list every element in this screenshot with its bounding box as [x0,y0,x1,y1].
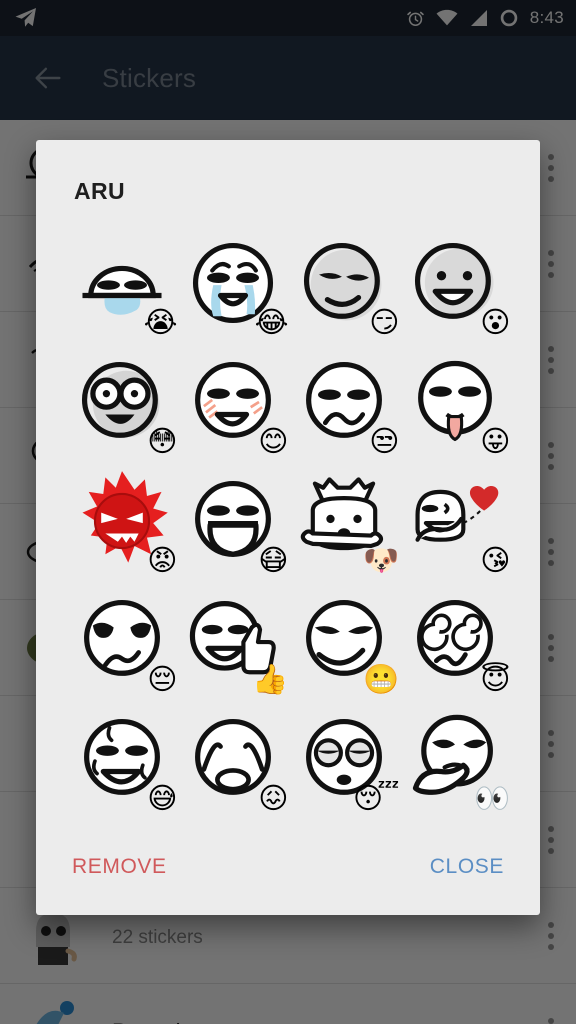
sticker-item[interactable]: 😡 [66,461,178,580]
sticker-item[interactable]: 👀 [399,700,511,819]
sticker-item[interactable]: 😒 [288,342,400,461]
sticker-item[interactable]: 😔 [66,581,178,700]
heart-toss-sticker: 😘 [403,469,511,577]
hand-on-chin-sticker: 👀 [403,707,511,816]
sticker-item[interactable]: 😅 [66,700,178,819]
sleepy-face-sticker: 😴 [292,707,400,813]
dog-with-bone-sticker: 🐶 [292,469,400,577]
sticker-badge: 😭 [143,304,178,339]
sticker-preview-grid: 😭 😂 😏 😮 😳 😊 😒 😛 😡 😷 🐶 😘 😔 👍 😬 😇 😅 😖 😴 👀 [36,205,540,819]
sticker-badge: 😊 [258,423,289,458]
sticker-badge: 😮 [480,304,511,339]
sticker-badge: 😛 [480,423,511,458]
sticker-badge: 👍 [252,662,289,697]
thumbs-up-sticker: 👍 [181,588,289,697]
surprised-smile-sticker: 😮 [403,231,511,339]
grinning-sly-sticker: 😬 [292,588,400,697]
sticker-badge: 🐶 [363,542,400,577]
blushing-smile-sticker: 😊 [181,350,289,458]
sticker-badge: 😒 [369,423,400,458]
dialog-title: ARU [74,178,126,204]
sticker-badge: 😏 [369,304,400,339]
sticker-item[interactable]: 😮 [399,223,511,342]
sticker-badge: 😇 [480,662,511,697]
sticker-item[interactable]: 😘 [399,461,511,580]
crying-face-sticker: 😭 [70,231,178,336]
sticker-item[interactable]: 😳 [66,342,178,461]
sticker-item[interactable]: 😇 [399,581,511,700]
sticker-badge: 😂 [254,304,289,339]
dialog-actions: REMOVE CLOSE [36,819,540,915]
sticker-item[interactable]: 😖 [177,700,289,819]
nervous-sweat-sticker: 😅 [70,707,178,816]
sad-eyebrows-sticker: 😔 [70,588,178,697]
sticker-item[interactable]: 😷 [177,461,289,580]
sticker-item[interactable]: 😬 [288,581,400,700]
sad-frown-sticker: 😒 [292,350,400,458]
sticker-item[interactable]: 🐶 [288,461,400,580]
sticker-item[interactable]: 😭 [66,223,178,342]
close-button[interactable]: CLOSE [430,855,504,879]
sticker-item[interactable]: 😛 [399,342,511,461]
angry-fire-sticker: 😡 [70,469,178,577]
sticker-badge: 😅 [147,781,178,816]
sticker-badge: 😡 [147,542,178,577]
sticker-item[interactable]: 👍 [177,581,289,700]
sticker-item[interactable]: 😊 [177,342,289,461]
sticker-badge: 😳 [147,423,178,458]
sticker-pack-dialog: ARU 😭 😂 😏 😮 😳 😊 😒 😛 😡 😷 🐶 😘 😔 👍 😬 😇 😅 😖 … [36,140,540,915]
dizzy-spiral-sticker: 😇 [403,588,511,697]
sticker-badge: 😘 [480,542,511,577]
sticker-item[interactable]: 😴 [288,700,400,819]
sticker-badge: 😖 [258,781,289,816]
app-screen: 8:43 Stickers [0,0,576,1024]
sticker-badge: 😬 [363,662,400,697]
sticker-badge: 😷 [258,542,289,577]
smirking-face-sticker: 😏 [292,231,400,339]
sticker-badge: 👀 [474,781,511,816]
laughing-tears-sticker: 😂 [181,231,289,336]
sticker-badge: 😴 [352,781,400,816]
sticker-item[interactable]: 😏 [288,223,400,342]
tongue-out-sticker: 😛 [403,350,511,458]
worried-open-mouth-sticker: 😖 [181,707,289,816]
remove-button[interactable]: REMOVE [72,855,167,879]
face-mask-sticker: 😷 [181,469,289,577]
wide-eyes-sticker: 😳 [70,350,178,458]
sticker-item[interactable]: 😂 [177,223,289,342]
sticker-badge: 😔 [147,662,178,697]
